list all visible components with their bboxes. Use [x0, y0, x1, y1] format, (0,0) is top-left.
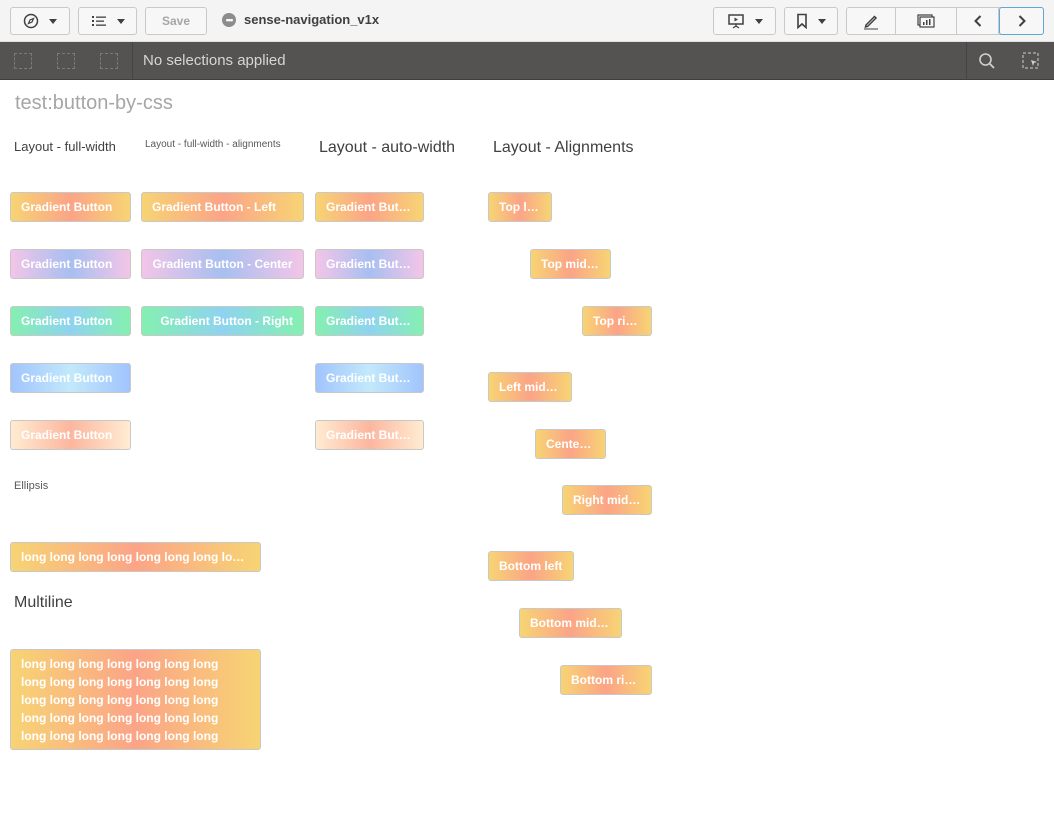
button-label: Gradient Button [21, 257, 113, 271]
selection-tools [966, 42, 1054, 80]
section-label-full-width: Layout - full-width [14, 139, 116, 154]
button-bottom-middle[interactable]: Bottom middle [519, 608, 622, 638]
button-centered[interactable]: Centered [535, 429, 606, 459]
gradient-button-right[interactable]: Gradient Button - Right [141, 306, 304, 336]
button-label: Top middle [541, 257, 600, 271]
selection-forward-icon[interactable] [57, 53, 75, 69]
section-label-full-width-alignments: Layout - full-width - alignments [145, 139, 281, 150]
button-bottom-right[interactable]: Bottom right [560, 665, 652, 695]
sheet-title: test:button-by-css [15, 92, 173, 114]
selection-status-text: No selections applied [143, 52, 286, 69]
chevron-down-icon [818, 18, 826, 24]
present-button[interactable] [713, 7, 776, 35]
presentation-icon [727, 14, 744, 29]
button-label: Gradient Button [21, 371, 113, 385]
button-label: Gradient Button - Left [152, 200, 276, 214]
selection-tool-icon[interactable] [1022, 52, 1040, 70]
button-top-middle[interactable]: Top middle [530, 249, 611, 279]
sheet-list-button[interactable] [78, 7, 137, 35]
selection-history-controls [0, 42, 133, 80]
chevron-down-icon [116, 18, 125, 24]
auto-gradient-button-sunset[interactable]: Gradient Button [315, 192, 424, 222]
button-label: Gradient Button - Right [160, 314, 293, 328]
ellipsis-button[interactable]: long long long long long long long long … [10, 542, 261, 572]
next-sheet-button[interactable] [999, 7, 1044, 35]
button-label: Gradient Button [326, 200, 413, 214]
section-label-alignments: Layout - Alignments [493, 139, 634, 156]
gradient-button-pink[interactable]: Gradient Button [10, 249, 131, 279]
button-label: Gradient Button [326, 257, 413, 271]
gradient-button-peach[interactable]: Gradient Button [10, 420, 131, 450]
gradient-button-green[interactable]: Gradient Button [10, 306, 131, 336]
button-label: long long long long long long long long … [21, 657, 219, 749]
edit-button[interactable] [847, 8, 896, 34]
previous-sheet-button[interactable] [957, 8, 1000, 34]
app-title-text: sense-navigation_v1x [244, 12, 380, 27]
chevron-left-icon [973, 15, 981, 27]
pencil-icon [863, 15, 878, 30]
selection-back-icon[interactable] [14, 53, 32, 69]
button-label: Centered [546, 437, 595, 451]
gradient-button-left[interactable]: Gradient Button - Left [141, 192, 304, 222]
app-status-icon: ••• [222, 12, 236, 27]
chevron-down-icon [754, 18, 763, 24]
sheets-icon [917, 14, 935, 28]
button-label: Bottom right [571, 673, 641, 687]
list-icon [91, 16, 106, 26]
selection-clear-icon[interactable] [100, 53, 118, 69]
button-bottom-left[interactable]: Bottom left [488, 551, 574, 581]
top-toolbar: Save ••• sense-navigation_v1x [0, 0, 1054, 42]
button-label: Bottom left [499, 559, 563, 573]
button-label: Top right [593, 314, 641, 328]
app-title: ••• sense-navigation_v1x [222, 12, 379, 27]
bookmark-button[interactable] [784, 7, 838, 35]
selections-bar: No selections applied [0, 42, 1054, 80]
button-label: Top left [499, 200, 541, 214]
button-label: Gradient Button [21, 428, 113, 442]
sheets-menu-button[interactable] [896, 8, 957, 34]
auto-gradient-button-peach[interactable]: Gradient Button [315, 420, 424, 450]
button-left-middle[interactable]: Left middle [488, 372, 572, 402]
button-right-middle[interactable]: Right middle [562, 485, 652, 515]
button-top-left[interactable]: Top left [488, 192, 552, 222]
button-label: Left middle [499, 380, 561, 394]
section-label-ellipsis: Ellipsis [14, 480, 49, 492]
button-label: Gradient Button - Center [152, 257, 293, 271]
chevron-right-icon [1018, 15, 1026, 27]
button-label: long long long long long long long long … [21, 550, 250, 564]
navigation-menu-button[interactable] [10, 7, 70, 35]
bookmark-icon [797, 13, 807, 29]
button-label: Right middle [573, 493, 641, 507]
section-label-multiline: Multiline [14, 594, 73, 611]
button-label: Bottom middle [530, 616, 611, 630]
section-label-auto-width: Layout - auto-width [319, 139, 456, 156]
save-button[interactable]: Save [145, 7, 207, 35]
gradient-button-sunset[interactable]: Gradient Button [10, 192, 131, 222]
gradient-button-center[interactable]: Gradient Button - Center [141, 249, 304, 279]
button-label: Gradient Button [21, 200, 113, 214]
auto-gradient-button-blue[interactable]: Gradient Button [315, 363, 424, 393]
sheet-controls-group [846, 7, 1044, 35]
auto-gradient-button-pink[interactable]: Gradient Button [315, 249, 424, 279]
gradient-button-blue[interactable]: Gradient Button [10, 363, 131, 393]
multiline-button[interactable]: long long long long long long long long … [10, 649, 261, 750]
compass-icon [23, 13, 39, 29]
search-icon[interactable] [978, 52, 996, 70]
button-top-right[interactable]: Top right [582, 306, 652, 336]
button-label: Gradient Button [21, 314, 113, 328]
auto-gradient-button-green[interactable]: Gradient Button [315, 306, 424, 336]
button-label: Gradient Button [326, 314, 413, 328]
button-label: Gradient Button [326, 371, 413, 385]
chevron-down-icon [49, 18, 57, 24]
button-label: Gradient Button [326, 428, 413, 442]
